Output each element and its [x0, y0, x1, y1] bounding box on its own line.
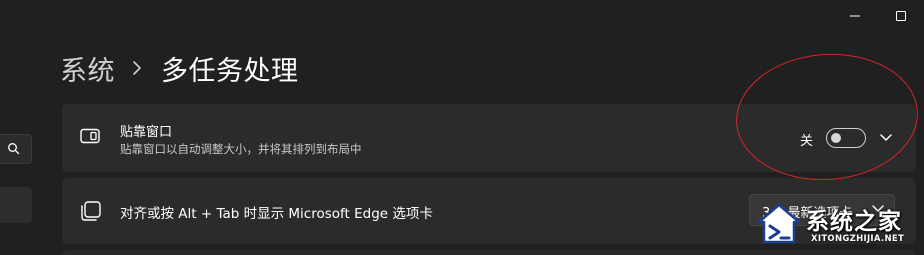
setting-title: 贴靠窗口	[120, 125, 173, 140]
page-title: 多任务处理	[161, 55, 299, 87]
search-icon	[8, 143, 20, 155]
setting-title: 对齐或按 Alt + Tab 时显示 Microsoft Edge 选项卡	[120, 206, 433, 222]
watermark-text-en: XITONGZHIJIA.NET	[811, 234, 905, 244]
sidebar-item-selected[interactable]	[0, 187, 32, 223]
watermark-text-cn: 系统之家	[806, 209, 902, 235]
minimize-button[interactable]	[832, 0, 878, 32]
edge-tabs-icon	[81, 201, 101, 221]
house-logo-icon	[757, 203, 801, 244]
breadcrumb-parent[interactable]: 系统	[60, 49, 115, 88]
search-input[interactable]	[0, 134, 32, 164]
setting-description: 贴靠窗口以自动调整大小，并将其排列到布局中	[120, 142, 362, 156]
chevron-right-icon	[131, 60, 143, 76]
maximize-button[interactable]	[878, 0, 924, 32]
maximize-icon	[896, 11, 906, 21]
breadcrumb: 系统 多任务处理	[60, 48, 299, 88]
window-controls	[832, 0, 924, 32]
minimize-icon	[850, 15, 860, 17]
watermark: 系统之家 XITONGZHIJIA.NET	[756, 196, 924, 255]
settings-window: 系统 多任务处理 贴靠窗口 贴靠窗口以自动调整大小，并将其排列到布局中 关 对齐…	[0, 0, 924, 255]
snap-window-icon	[80, 128, 100, 144]
